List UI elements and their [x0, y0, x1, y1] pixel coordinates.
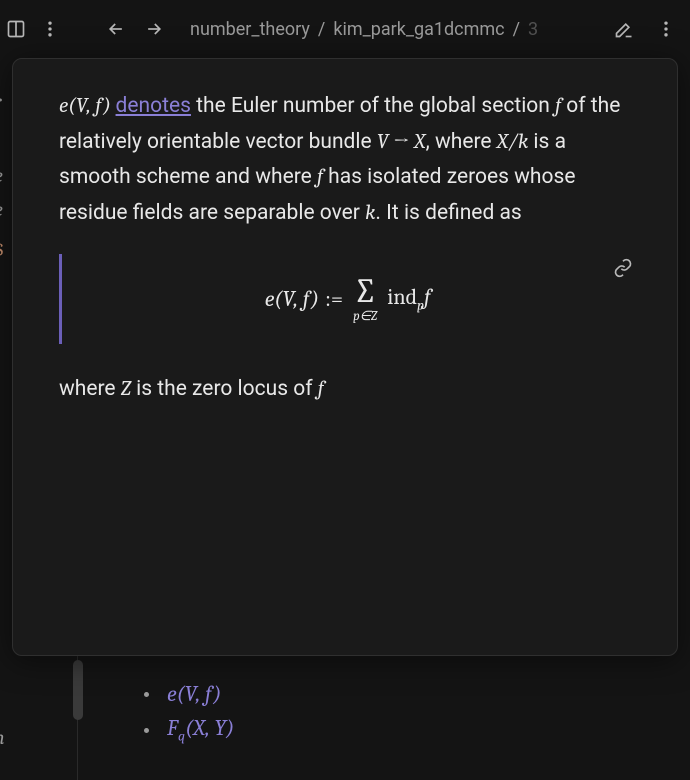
breadcrumb-part[interactable]: 3: [528, 19, 538, 40]
breadcrumb-part[interactable]: kim_park_ga1dcmmc: [333, 19, 504, 40]
gutter-char: e: [0, 164, 3, 187]
edit-icon[interactable]: [610, 15, 638, 43]
link-icon[interactable]: [613, 258, 633, 283]
list-item[interactable]: Fq(X, Y): [144, 712, 234, 748]
breadcrumb-separator: /: [513, 19, 520, 40]
denotes-link[interactable]: denotes: [116, 94, 191, 118]
bullet-icon: [144, 728, 149, 733]
tooltip-footer: where Z is the zero locus of f: [59, 372, 633, 408]
editor-gutter: r e e $ - n: [0, 58, 12, 778]
tooltip-paragraph: e(V, f) denotes the Euler number of the …: [59, 89, 633, 232]
breadcrumb[interactable]: number_theory / kim_park_ga1dcmmc / 3: [190, 19, 538, 40]
nav-back-icon[interactable]: [102, 15, 130, 43]
breadcrumb-separator: /: [318, 19, 325, 40]
equation-block: e(V, f) := ∑ p∈Z indpf: [59, 254, 633, 344]
equation: e(V, f) := ∑ p∈Z indpf: [265, 274, 431, 323]
math-inline: e(V, f): [59, 94, 116, 118]
gutter-char: $: [0, 238, 4, 261]
more-vertical-icon[interactable]: [652, 15, 680, 43]
bullet-icon: [144, 692, 149, 697]
gutter-char: r: [0, 90, 2, 113]
nav-forward-icon[interactable]: [140, 15, 168, 43]
breadcrumb-part[interactable]: number_theory: [190, 19, 310, 40]
layout-icon[interactable]: [2, 15, 30, 43]
outline-list: e(V, f) Fq(X, Y): [144, 676, 234, 748]
gutter-char: n: [0, 726, 5, 749]
more-vertical-icon[interactable]: [36, 15, 64, 43]
hover-tooltip-panel: e(V, f) denotes the Euler number of the …: [12, 58, 678, 656]
summation-symbol: ∑: [353, 274, 377, 308]
gutter-char: e: [0, 198, 3, 221]
list-item[interactable]: e(V, f): [144, 676, 234, 712]
editor-tab-header: number_theory / kim_park_ga1dcmmc / 3: [0, 0, 690, 58]
scrollbar-thumb[interactable]: [73, 660, 83, 720]
